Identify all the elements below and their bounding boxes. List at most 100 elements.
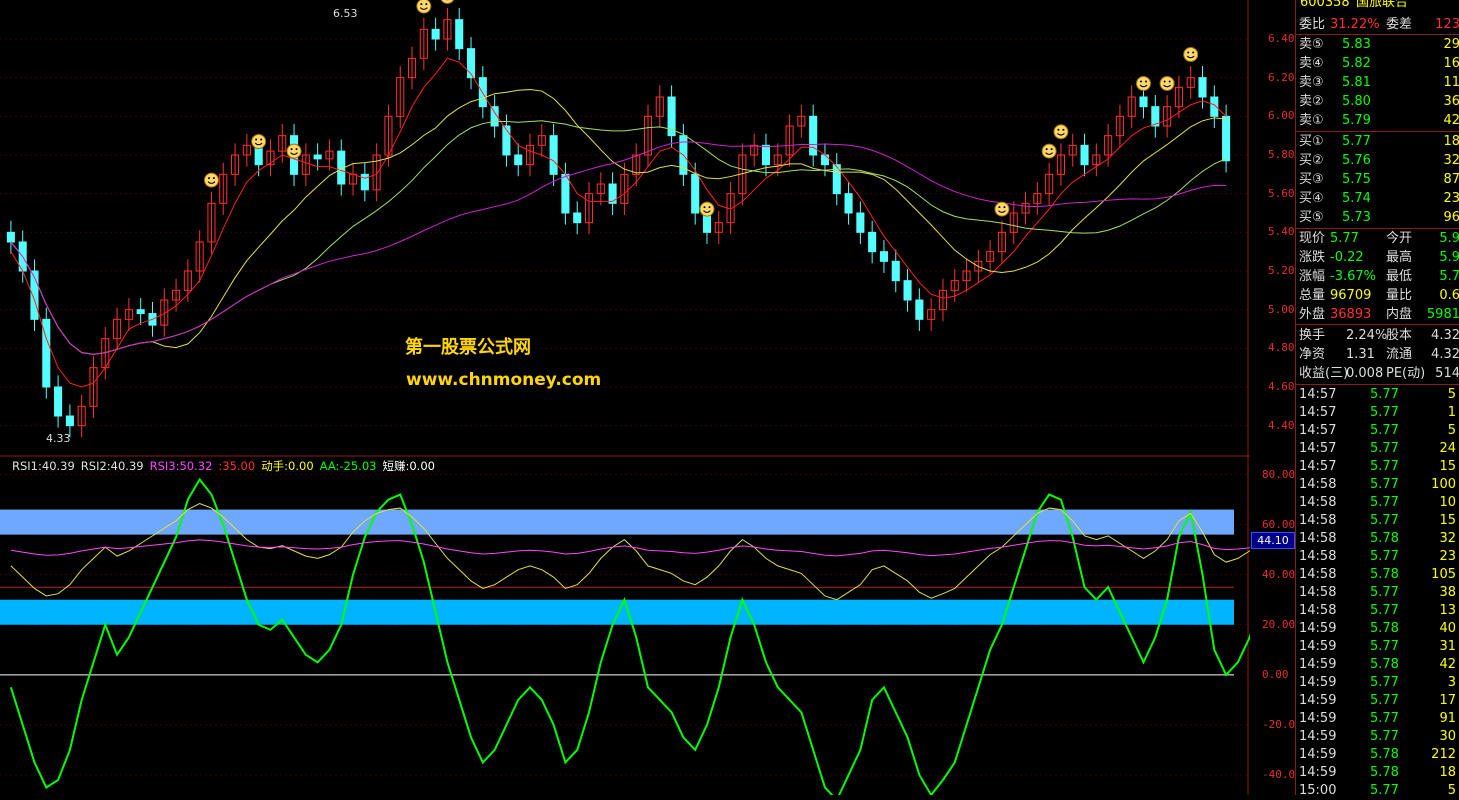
trade-time: 14:58 <box>1299 513 1337 528</box>
candle-body <box>868 231 877 253</box>
candle-body <box>903 280 912 301</box>
legend-item: :35.00 <box>218 459 256 473</box>
candle-body <box>891 260 900 282</box>
sell_orders-row[interactable]: 卖⑤ 5.83 29 <box>1296 36 1459 54</box>
candle-body <box>856 212 865 233</box>
sell_orders-row[interactable]: 卖② 5.80 36 <box>1296 93 1459 111</box>
trade-volume: 100 <box>1431 477 1456 492</box>
stat-value: 1.31 <box>1346 347 1375 362</box>
smiley-signal-icon <box>1183 46 1199 62</box>
candle-body <box>608 183 617 204</box>
price-axis-label: 4.60 <box>1268 380 1295 393</box>
buy_orders-row[interactable]: 买② 5.76 32 <box>1296 152 1459 170</box>
legend-item: RSI3:50.32 <box>149 459 213 473</box>
candle-body <box>1139 96 1148 108</box>
order-label: 卖⑤ <box>1299 37 1324 52</box>
order-volume: 96 <box>1443 210 1459 225</box>
trade-time: 14:59 <box>1299 747 1337 762</box>
trade-time: 14:58 <box>1299 585 1337 600</box>
ma-short-line <box>10 57 1227 388</box>
order-volume: 32 <box>1443 153 1459 168</box>
order-label: 买⑤ <box>1299 210 1324 225</box>
smiley-signal-icon <box>994 201 1010 217</box>
order-volume: 42 <box>1443 113 1459 128</box>
candle-body <box>879 251 888 262</box>
trade-volume: 40 <box>1439 621 1456 636</box>
divider <box>1296 228 1459 229</box>
stat-value: -0.22 <box>1330 250 1364 265</box>
stat-value: 4.32 <box>1431 328 1459 343</box>
candle-body <box>478 77 487 108</box>
indicator-axis-label: 60.00 <box>1262 517 1296 531</box>
order-label: 买① <box>1299 134 1324 149</box>
trade-volume: 1 <box>1447 405 1456 420</box>
order-price: 5.80 <box>1342 94 1371 109</box>
price-chart-svg[interactable] <box>0 0 1250 795</box>
stat-row: 净资 1.31 流通 4.32 <box>1296 346 1459 364</box>
smiley-signal-icon <box>440 0 455 4</box>
candle-body <box>761 144 771 166</box>
trade-time: 14:58 <box>1299 549 1337 564</box>
trade-row: 14:58 5.78 105 <box>1296 566 1459 584</box>
trade-row: 14:59 5.77 30 <box>1296 728 1459 746</box>
stat-label: 涨跌 <box>1299 250 1326 265</box>
trade-time: 14:59 <box>1299 657 1337 672</box>
smiley-signal-icon <box>251 133 267 149</box>
high-price-annotation: 6.53 <box>333 7 358 20</box>
sell_orders-row[interactable]: 卖④ 5.82 16 <box>1296 55 1459 73</box>
buy_orders-row[interactable]: 买③ 5.75 87 <box>1296 171 1459 189</box>
candle-body <box>313 154 322 160</box>
candle-body <box>1222 115 1231 162</box>
trade-time: 14:59 <box>1299 711 1337 726</box>
legend-item: AA:-25.03 <box>319 459 377 473</box>
price-axis-label: 5.20 <box>1268 264 1295 277</box>
trade-row: 14:58 5.77 10 <box>1296 494 1459 512</box>
stat-label: 最高 <box>1386 250 1413 265</box>
sell_orders-row[interactable]: 卖③ 5.81 11 <box>1296 74 1459 92</box>
trade-time: 14:58 <box>1299 477 1337 492</box>
buy_orders-row[interactable]: 买⑤ 5.73 96 <box>1296 209 1459 227</box>
trade-row: 14:59 5.77 3 <box>1296 674 1459 692</box>
trade-volume: 5 <box>1447 423 1456 438</box>
candle-body <box>549 135 558 175</box>
trade-volume: 13 <box>1439 603 1456 618</box>
stat-label: 外盘 <box>1299 307 1326 322</box>
price-axis-label: 6.40 <box>1268 32 1295 45</box>
order-label: 买③ <box>1299 172 1324 187</box>
smiley-signal-icon <box>286 143 302 159</box>
stat-label: 净资 <box>1299 347 1326 362</box>
stat-label: 股本 <box>1386 328 1413 343</box>
indicator-legend: RSI1:40.39 RSI2:40.39 RSI3:50.32:35.00 动手:0… <box>12 458 441 474</box>
order-volume: 18 <box>1443 134 1459 149</box>
divider <box>1296 384 1459 385</box>
sell_orders-row[interactable]: 卖① 5.79 42 <box>1296 112 1459 130</box>
order-volume: 36 <box>1443 94 1459 109</box>
chart-area[interactable]: RSI1:40.39 RSI2:40.39 RSI3:50.32:35.00 动手:0… <box>0 0 1250 795</box>
stat-row: 涨幅 -3.67% 最低 5.7 <box>1296 268 1459 286</box>
trade-volume: 15 <box>1439 459 1456 474</box>
rsi3-line <box>10 539 1250 557</box>
smiley-signal-icon <box>699 201 715 217</box>
order-ratio-row: 委比 31.22% 委差 123 <box>1296 16 1459 34</box>
trade-volume: 42 <box>1439 657 1456 672</box>
trade-row: 14:58 5.77 38 <box>1296 584 1459 602</box>
buy_orders-row[interactable]: 买④ 5.74 23 <box>1296 190 1459 208</box>
candle-body <box>6 231 15 243</box>
price-axis-label: 6.00 <box>1268 109 1295 123</box>
stat-label: 内盘 <box>1386 307 1413 322</box>
smiley-signal-icon <box>1053 124 1069 140</box>
candle-body <box>136 309 145 315</box>
ma-longest-line <box>10 141 1227 355</box>
trade-time: 14:59 <box>1299 729 1337 744</box>
trade-time: 14:59 <box>1299 621 1337 636</box>
order-label: 买④ <box>1299 191 1324 206</box>
candle-body <box>514 154 523 166</box>
trade-volume: 105 <box>1431 567 1456 582</box>
trade-time: 14:57 <box>1299 423 1337 438</box>
order-price: 5.76 <box>1342 153 1371 168</box>
stat-value: 5.7 <box>1439 269 1459 284</box>
trade-volume: 5 <box>1447 387 1456 402</box>
candle-body <box>431 28 440 40</box>
buy_orders-row[interactable]: 买① 5.77 18 <box>1296 133 1459 151</box>
price-axis-label: 4.80 <box>1268 341 1295 355</box>
